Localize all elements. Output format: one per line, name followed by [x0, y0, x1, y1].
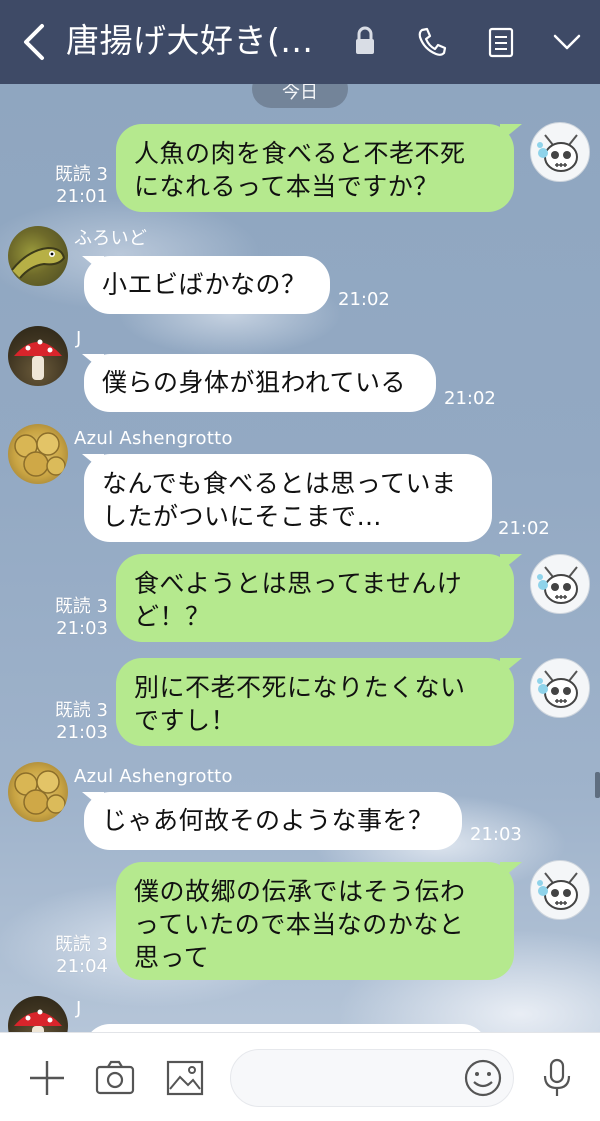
message-time: 21:03 [470, 824, 522, 845]
message-time: 21:02 [338, 289, 390, 310]
mushroom-icon [14, 339, 62, 380]
gold-coins-avatar[interactable] [8, 424, 68, 484]
message-time: 21:02 [444, 388, 496, 409]
message-bubble-received[interactable]: 僕らの身体が狙われている [84, 354, 436, 412]
image-icon[interactable] [164, 1057, 206, 1099]
mushroom-avatar[interactable] [8, 326, 68, 386]
chat-area[interactable]: 今日 人魚の肉を食べると不老不死 になれるって本当ですか？ 既読 3 21:01… [0, 84, 600, 1032]
chat-header: 唐揚げ大好き(... [0, 0, 600, 84]
back-icon[interactable] [16, 20, 52, 64]
notes-icon[interactable] [484, 24, 518, 60]
moray-eel-avatar[interactable] [8, 226, 68, 286]
coins-icon [14, 432, 66, 477]
sender-name: J [76, 998, 82, 1019]
skull-cat-icon [537, 566, 578, 604]
coins-icon [14, 770, 66, 815]
chevron-down-icon[interactable] [550, 24, 584, 60]
message-time: 21:04 [56, 956, 108, 977]
message-bubble-sent[interactable]: 僕の故郷の伝承ではそう伝わ っていたので本当なのかなと 思って [116, 862, 514, 980]
skull-cat-icon [537, 670, 578, 708]
lock-icon [356, 26, 374, 54]
message-meta: 既読 3 21:01 [55, 164, 108, 208]
my-avatar[interactable] [530, 554, 590, 614]
mushroom-avatar[interactable] [8, 996, 68, 1032]
read-receipt: 既読 3 [54, 934, 108, 955]
eel-icon [11, 246, 66, 279]
chat-title[interactable]: 唐揚げ大好き(... [66, 18, 313, 64]
scrollbar-thumb[interactable] [595, 772, 600, 798]
message-time: 21:02 [498, 518, 550, 539]
gold-coins-avatar[interactable] [8, 762, 68, 822]
skull-cat-icon [537, 872, 578, 910]
message-time: 21:03 [56, 618, 108, 639]
message-meta: 既読 3 21:04 [55, 934, 108, 978]
message-time: 21:03 [56, 722, 108, 743]
sender-name: Azul Ashengrotto [74, 766, 233, 787]
message-bubble-received[interactable]: なんでも食べるとは思っていま したがついにそこまで… [84, 454, 492, 542]
message-bubble-sent[interactable]: 別に不老不死になりたくない ですし！ [116, 658, 514, 746]
message-bubble-sent[interactable]: 人魚の肉を食べると不老不死 になれるって本当ですか？ [116, 124, 514, 212]
camera-icon[interactable] [94, 1057, 136, 1099]
sender-name: Azul Ashengrotto [74, 428, 233, 449]
message-bubble-received[interactable]: 小エビばかなの？ [84, 256, 330, 314]
sender-name: ふろいど [74, 228, 148, 249]
message-time: 21:01 [56, 186, 108, 207]
plus-icon[interactable] [26, 1057, 68, 1099]
message-bubble-received[interactable]: じゃあ何故そのような事を？ [84, 792, 462, 850]
mushroom-icon [14, 1009, 62, 1032]
read-receipt: 既読 3 [54, 164, 108, 185]
message-input-bar [0, 1032, 600, 1121]
message-bubble-sent[interactable]: 食べようとは思ってませんけ ど！？ [116, 554, 514, 642]
skull-cat-icon [537, 134, 578, 172]
message-bubble-received[interactable] [84, 1024, 488, 1032]
phone-icon[interactable] [414, 24, 448, 60]
read-receipt: 既読 3 [54, 700, 108, 721]
my-avatar[interactable] [530, 658, 590, 718]
message-meta: 既読 3 21:03 [55, 596, 108, 640]
microphone-icon[interactable] [536, 1057, 578, 1099]
date-separator: 今日 [252, 84, 348, 108]
my-avatar[interactable] [530, 860, 590, 920]
read-receipt: 既読 3 [54, 596, 108, 617]
my-avatar[interactable] [530, 122, 590, 182]
emoji-icon[interactable] [462, 1057, 504, 1099]
sender-name: J [76, 328, 82, 349]
message-meta: 既読 3 21:03 [55, 700, 108, 744]
